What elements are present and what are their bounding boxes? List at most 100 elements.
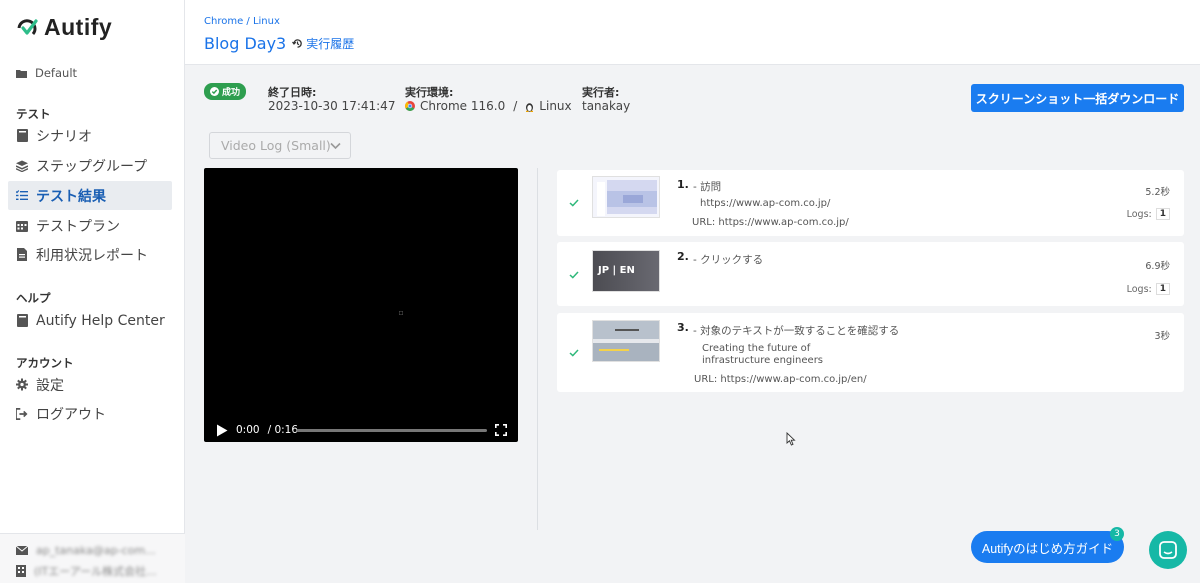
step-url: URL: https://www.ap-com.co.jp/en/ <box>694 374 867 385</box>
sidebar-item-test-results[interactable]: テスト結果 <box>8 181 172 210</box>
sidebar-item-label: 設定 <box>36 377 64 394</box>
check-icon <box>569 199 579 207</box>
sidebar-item-step-groups[interactable]: ステップグループ <box>8 151 172 180</box>
breadcrumb[interactable]: Chrome / Linux <box>204 16 280 27</box>
section-account: アカウント <box>16 356 74 370</box>
sign-out-icon <box>16 407 28 420</box>
step-thumbnail[interactable] <box>592 176 660 218</box>
layers-icon <box>16 159 28 172</box>
step-detail: https://www.ap-com.co.jp/ <box>700 198 831 209</box>
page-header: Chrome / Linux Blog Day3 実行履歴 <box>185 0 1200 65</box>
sidebar-item-help-center[interactable]: Autify Help Center <box>8 306 172 335</box>
logs-count: 1 <box>1155 208 1170 220</box>
step-card-1[interactable]: 1. - 訪問 https://www.ap-com.co.jp/ URL: h… <box>557 170 1184 236</box>
history-icon <box>292 39 303 48</box>
logo-text: Autify <box>44 14 113 40</box>
current-time: 0:00 <box>236 424 260 436</box>
chat-icon <box>1159 541 1177 559</box>
sidebar-item-label: 利用状況レポート <box>36 247 148 264</box>
page-title-row: Blog Day3 実行履歴 <box>204 34 354 53</box>
sidebar-item-label: テスト結果 <box>36 188 106 205</box>
autify-logo[interactable]: Autify <box>16 14 112 41</box>
end-time-value: 2023-10-30 17:41:47 <box>268 99 396 113</box>
sidebar-item-usage-report[interactable]: 利用状況レポート <box>8 240 172 269</box>
screenshot-thumbnail-image <box>593 177 659 217</box>
envelope-icon <box>16 546 28 555</box>
end-time-label: 終了日時: <box>268 86 317 99</box>
sidebar-item-label: ステップグループ <box>36 158 148 175</box>
step-title: - クリックする <box>693 254 764 266</box>
video-player[interactable]: 0:00 / 0:16 <box>204 168 518 442</box>
linux-icon <box>526 102 534 112</box>
sidebar-item-label: テストプラン <box>36 218 120 235</box>
calendar-icon <box>16 220 28 232</box>
column-divider <box>537 168 538 530</box>
page-title: Blog Day3 <box>204 34 287 53</box>
loading-indicator-icon <box>399 311 403 315</box>
step-url: URL: https://www.ap-com.co.jp/ <box>692 217 849 228</box>
video-controls: 0:00 / 0:16 <box>204 418 518 442</box>
seek-bar[interactable] <box>296 429 487 432</box>
sidebar-item-settings[interactable]: 設定 <box>8 370 172 399</box>
book-icon <box>16 129 28 142</box>
status-badge: 成功 <box>204 83 247 100</box>
executor-label: 実行者: <box>582 86 620 99</box>
sidebar-item-logout[interactable]: ログアウト <box>8 399 172 428</box>
sidebar-footer: ap_tanaka@ap-com... (ITエーアール株式会社... <box>0 533 185 583</box>
thumbnail-text: JP | EN <box>598 265 635 276</box>
sidebar: Autify Default テスト シナリオ ステップグループ テスト結果 テ… <box>0 0 185 583</box>
section-test: テスト <box>16 107 51 121</box>
step-logs[interactable]: Logs: 1 <box>1127 208 1170 220</box>
section-help: ヘルプ <box>16 291 51 305</box>
step-number: 2. <box>677 250 689 263</box>
video-log-select[interactable]: Video Log (Small) <box>209 132 351 159</box>
getting-started-guide-button[interactable]: Autifyのはじめ方ガイド <box>971 531 1124 563</box>
workspace-name: Default <box>35 66 78 80</box>
sidebar-item-test-plans[interactable]: テストプラン <box>8 211 172 240</box>
step-duration: 6.9秒 <box>1145 261 1170 272</box>
env-value: Chrome 116.0 / Linux <box>405 99 572 113</box>
step-thumbnail[interactable] <box>592 320 660 362</box>
check-circle-icon <box>210 87 219 96</box>
bulk-screenshot-download-button[interactable]: スクリーンショット一括ダウンロード <box>971 84 1184 112</box>
gear-icon <box>16 378 28 391</box>
sidebar-item-scenarios[interactable]: シナリオ <box>8 121 172 150</box>
logs-count: 1 <box>1155 283 1170 295</box>
document-icon <box>17 248 27 261</box>
guide-count-badge: 3 <box>1110 527 1124 541</box>
step-card-3[interactable]: 3. - 対象のテキストが一致することを確認する Creating the fu… <box>557 313 1184 392</box>
workspace-selector[interactable]: Default <box>16 66 77 80</box>
sidebar-item-label: Autify Help Center <box>36 312 165 329</box>
play-icon[interactable] <box>216 424 228 437</box>
chrome-icon <box>405 101 415 111</box>
autify-logo-icon <box>17 18 38 35</box>
chat-launcher-button[interactable] <box>1149 531 1187 569</box>
building-icon <box>16 565 26 577</box>
step-logs[interactable]: Logs: 1 <box>1127 283 1170 295</box>
folder-icon <box>16 69 27 78</box>
duration: / 0:16 <box>267 424 299 436</box>
screenshot-thumbnail-image <box>593 321 659 361</box>
executor-value: tanakay <box>582 99 631 113</box>
chevron-down-icon <box>330 142 341 150</box>
sidebar-item-label: シナリオ <box>36 128 92 145</box>
check-icon <box>569 271 579 279</box>
account-org: (ITエーアール株式会社... <box>16 563 157 579</box>
fullscreen-icon[interactable] <box>495 424 507 436</box>
step-thumbnail[interactable]: JP | EN <box>592 250 660 292</box>
history-link[interactable]: 実行履歴 <box>292 35 354 52</box>
env-label: 実行環境: <box>405 86 454 99</box>
account-email: ap_tanaka@ap-com... <box>16 544 156 557</box>
step-duration: 5.2秒 <box>1145 187 1170 198</box>
check-icon <box>569 349 579 357</box>
step-detail-line2: infrastructure engineers <box>702 355 824 366</box>
sidebar-item-label: ログアウト <box>36 406 106 423</box>
mouse-cursor-icon <box>786 432 796 446</box>
step-detail-line1: Creating the future of <box>702 343 811 354</box>
step-duration: 3秒 <box>1154 331 1170 342</box>
step-title: - 訪問 <box>693 181 722 193</box>
step-card-2[interactable]: JP | EN 2. - クリックする 6.9秒 Logs: 1 <box>557 242 1184 306</box>
book-icon <box>16 314 28 327</box>
list-check-icon <box>16 190 28 200</box>
step-number: 1. <box>677 178 689 191</box>
